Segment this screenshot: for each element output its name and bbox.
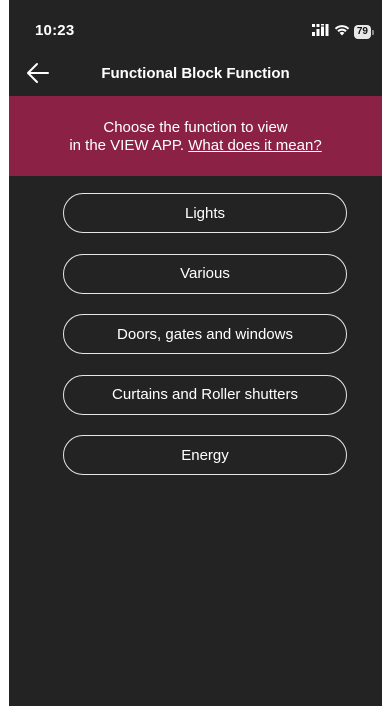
- doors-gates-windows-button[interactable]: Doors, gates and windows: [63, 314, 347, 354]
- signal-icon: [311, 23, 330, 41]
- app-screen: 10:23 79 Functional Block Function Choos…: [9, 0, 382, 706]
- status-time: 10:23: [35, 22, 75, 39]
- various-button[interactable]: Various: [63, 253, 347, 294]
- banner-text-line2: in the VIEW APP. What does it mean?: [9, 136, 382, 155]
- energy-button[interactable]: Energy: [63, 435, 347, 475]
- status-bar: 10:23 79: [9, 0, 382, 58]
- info-banner: Choose the function to view in the VIEW …: [9, 96, 382, 176]
- curtains-roller-shutters-button[interactable]: Curtains and Roller shutters: [63, 374, 347, 415]
- wifi-icon: [334, 23, 350, 41]
- navigation-bar: Functional Block Function: [9, 58, 382, 94]
- status-icons: 79: [311, 23, 374, 41]
- battery-level: 79: [353, 25, 371, 39]
- banner-text-prefix: in the VIEW APP.: [69, 137, 189, 154]
- battery-tip: [372, 29, 374, 35]
- banner-text-line1: Choose the function to view: [103, 119, 288, 136]
- function-list: Lights Various Doors, gates and windows …: [63, 193, 347, 496]
- page-title: Functional Block Function: [101, 65, 290, 82]
- what-does-it-mean-link[interactable]: What does it mean?: [188, 137, 321, 154]
- battery-icon: 79: [353, 25, 374, 39]
- lights-button[interactable]: Lights: [63, 193, 347, 233]
